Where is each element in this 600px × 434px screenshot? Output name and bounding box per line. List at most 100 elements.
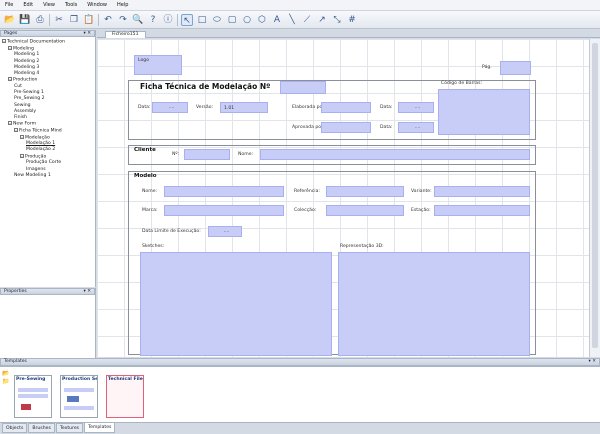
template-name: Pre-Sewing	[16, 377, 46, 382]
pages-panel-title: Pages ▾ ✕	[0, 30, 95, 37]
menu-item-edit[interactable]: Edit	[23, 2, 33, 8]
template-preview	[18, 388, 48, 392]
date2-field[interactable]: - -	[398, 102, 434, 113]
menu-item-view[interactable]: View	[43, 2, 55, 8]
dimension-icon[interactable]: ⤡	[331, 14, 343, 26]
representation-field[interactable]	[338, 252, 530, 356]
undo-icon[interactable]: ↶	[102, 14, 114, 26]
tree-node-label: Modelação 2	[26, 147, 56, 153]
collapse-icon[interactable]: -	[8, 121, 12, 126]
tree-node[interactable]: - Ficha Técnica Mind	[2, 127, 93, 135]
client-title: Cliente	[134, 147, 156, 153]
menu-item-tools[interactable]: Tools	[65, 2, 77, 8]
client-name-field[interactable]	[260, 149, 530, 160]
line-icon[interactable]: ╲	[286, 14, 298, 26]
barcode-field[interactable]	[438, 89, 530, 135]
zoom-icon[interactable]: 🔍	[132, 14, 144, 26]
collection-field[interactable]	[326, 205, 404, 216]
tree-node[interactable]: - Technical Documentation	[2, 39, 93, 46]
reference-field[interactable]	[326, 186, 404, 197]
panel-pin-close-icon[interactable]: ▾ ✕	[84, 31, 91, 36]
tree-node-label: Modeling	[13, 46, 34, 52]
vertical-scrollbar[interactable]	[589, 39, 600, 357]
tree-node-label: Produção Corte	[26, 160, 62, 166]
collapse-icon[interactable]: -	[2, 39, 6, 44]
deadline-field[interactable]: - -	[208, 226, 242, 237]
date3-field[interactable]: - -	[398, 122, 434, 133]
bottom-tab-brushes[interactable]: Brushes	[28, 423, 55, 433]
logo-field[interactable]: Logo	[134, 55, 182, 75]
approved-field[interactable]	[321, 122, 371, 133]
tree-node-label: Modelação 1	[26, 141, 56, 147]
bottom-tab-textures[interactable]: Textures	[55, 423, 84, 433]
collapse-icon[interactable]: -	[14, 127, 18, 132]
tree-node[interactable]: - Production	[2, 77, 93, 84]
template-pre-sewing[interactable]: Pre-Sewing	[14, 375, 52, 418]
deadline-label: Data Limite de Execução:	[142, 229, 201, 234]
open-folder-icon[interactable]: 📂	[4, 14, 16, 26]
date2-label: Data:	[380, 105, 393, 110]
print-icon[interactable]: ⎙	[34, 14, 46, 26]
rectangle-icon[interactable]: □	[196, 14, 208, 26]
properties-panel: Properties ▾ ✕	[0, 288, 96, 358]
menu-item-window[interactable]: Window	[87, 2, 107, 8]
pointer-icon[interactable]: ↖	[181, 13, 193, 26]
save-icon[interactable]: 💾	[19, 14, 31, 26]
menu-item-file[interactable]: File	[5, 2, 13, 8]
round-rect-icon[interactable]: ▢	[226, 14, 238, 26]
tree-node[interactable]: - New Form	[2, 121, 93, 128]
redo-icon[interactable]: ↷	[117, 14, 129, 26]
tree-node-label: Sewing	[14, 102, 31, 108]
collapse-icon[interactable]: -	[8, 45, 12, 50]
season-field[interactable]	[434, 205, 530, 216]
panel-pin-close-icon[interactable]: ▾ ✕	[84, 289, 91, 294]
collapse-icon[interactable]: -	[20, 134, 24, 139]
ellipse-icon[interactable]: ⬭	[211, 14, 223, 26]
tree-node-label: Assembly	[14, 108, 37, 114]
approved-label: Aprovada por:	[292, 125, 325, 130]
date-field[interactable]: - -	[152, 102, 188, 113]
pages-panel: Pages ▾ ✕ - Technical Documentation - Model…	[0, 30, 96, 287]
template-technical-file[interactable]: Technical File	[106, 375, 144, 418]
help-icon[interactable]: ?	[147, 14, 159, 26]
version-field[interactable]: 1.01	[220, 102, 268, 113]
document-tab[interactable]: Ficheiro151	[105, 31, 146, 38]
template-name: Technical File	[108, 377, 143, 382]
copy-icon[interactable]: ❐	[68, 14, 80, 26]
template-production-sewing[interactable]: Production Se	[60, 375, 98, 418]
scroll-thumb[interactable]	[592, 43, 598, 348]
tree-node-label: Finish	[14, 114, 28, 120]
pag-field[interactable]	[500, 61, 531, 75]
text-icon[interactable]: A	[271, 14, 283, 26]
brand-field[interactable]	[164, 205, 284, 216]
version-label: Versão:	[196, 105, 214, 110]
tree-node-label: Modeling 3	[14, 64, 40, 70]
tree-node[interactable]: New Modeling 1	[2, 173, 93, 179]
form-number-field[interactable]	[280, 81, 326, 94]
collapse-icon[interactable]: -	[8, 77, 12, 82]
client-nr-field[interactable]	[184, 149, 230, 160]
arrow-icon[interactable]: ↗	[316, 14, 328, 26]
polyline-icon[interactable]: ⟋	[301, 14, 313, 26]
bottom-tab-templates[interactable]: Templates	[84, 423, 116, 433]
folder-icon[interactable]: 📁	[2, 378, 12, 386]
folder-open-icon[interactable]: 📂	[2, 370, 12, 378]
variant-field[interactable]	[434, 186, 530, 197]
elaborated-field[interactable]	[321, 102, 371, 113]
model-name-field[interactable]	[164, 186, 284, 197]
circle-icon[interactable]: ○	[241, 14, 253, 26]
sketches-field[interactable]	[140, 252, 332, 356]
bottom-tab-objects[interactable]: Objects	[2, 423, 28, 433]
tree-node-label: Modeling 4	[14, 71, 40, 77]
collapse-icon[interactable]: -	[20, 153, 24, 158]
client-name-label: Nome:	[238, 152, 254, 157]
template-preview	[21, 404, 31, 410]
menu-item-help[interactable]: Help	[117, 2, 128, 8]
hexagon-icon[interactable]: ⬡	[256, 14, 268, 26]
info-icon[interactable]: ⓘ	[162, 14, 174, 26]
cut-icon[interactable]: ✂	[53, 14, 65, 26]
grid-icon[interactable]: #	[346, 14, 358, 26]
panel-pin-close-icon[interactable]: ▾ ✕	[589, 359, 596, 365]
design-canvas[interactable]: Logo Pág. Ficha Técnica de Modelação Nº …	[97, 39, 589, 357]
paste-icon[interactable]: 📋	[83, 14, 95, 26]
